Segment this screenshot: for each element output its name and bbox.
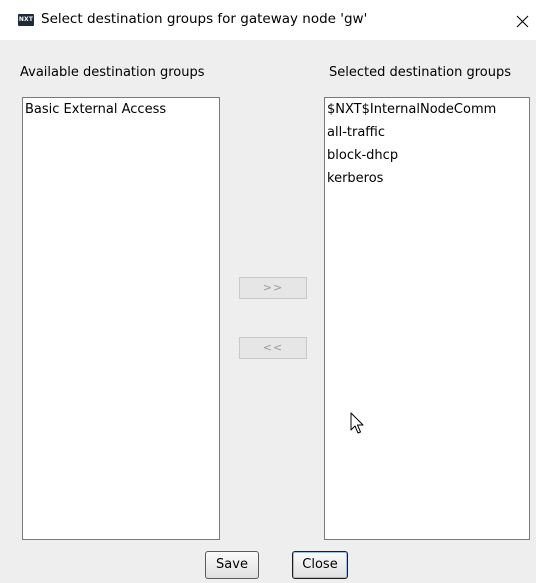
close-icon	[516, 15, 529, 28]
available-group-list-item[interactable]: Basic External Access	[23, 98, 219, 121]
selected-group-list-item[interactable]: kerberos	[325, 167, 529, 190]
available-groups-list[interactable]: Basic External Access	[22, 97, 220, 540]
title-bar: NXT Select destination groups for gatewa…	[0, 0, 536, 40]
available-groups-label: Available destination groups	[20, 65, 205, 80]
selected-group-list-item[interactable]: block-dhcp	[325, 144, 529, 167]
selected-groups-list[interactable]: $NXT$InternalNodeComm all-traffic block-dh…	[324, 97, 530, 540]
save-button[interactable]: Save	[205, 551, 259, 579]
nxt-app-icon: NXT	[18, 14, 34, 26]
close-button[interactable]: Close	[292, 551, 348, 579]
selected-group-list-item[interactable]: all-traffic	[325, 121, 529, 144]
remove-from-selected-button[interactable]: <<	[239, 337, 307, 359]
mouse-pointer-icon	[350, 412, 366, 438]
close-window-button[interactable]	[508, 8, 536, 34]
add-to-selected-button[interactable]: >>	[239, 277, 307, 299]
dialog-window: NXT Select destination groups for gatewa…	[0, 0, 536, 583]
selected-group-list-item[interactable]: $NXT$InternalNodeComm	[325, 98, 529, 121]
window-title: Select destination groups for gateway no…	[41, 11, 368, 27]
selected-groups-label: Selected destination groups	[329, 65, 511, 80]
